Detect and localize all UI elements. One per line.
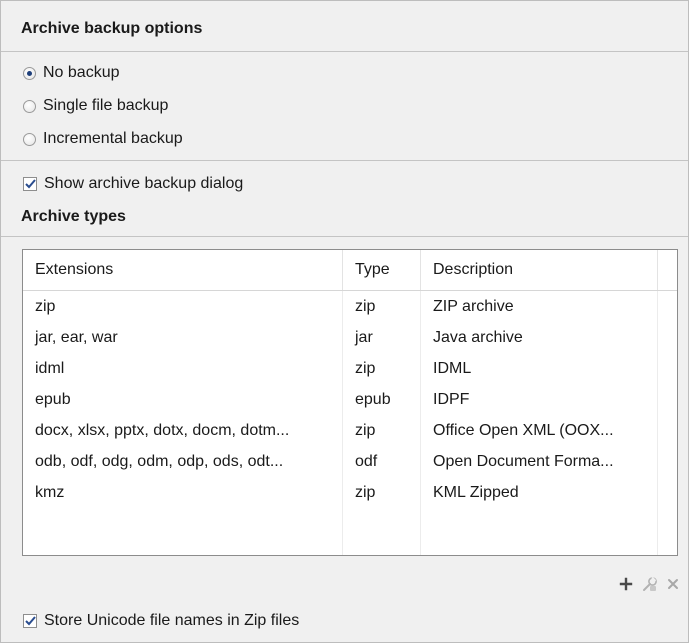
cell-description: Java archive <box>421 322 658 353</box>
section-separator <box>1 51 688 52</box>
cell-description: Office Open XML (OOX... <box>421 415 658 446</box>
cell-filler <box>658 415 677 446</box>
cell-type: zip <box>343 477 421 508</box>
table-row-empty <box>23 539 677 555</box>
radio-single-file-backup[interactable]: Single file backup <box>23 95 168 117</box>
edit-button[interactable] <box>639 573 661 595</box>
store-unicode-checkbox[interactable]: Store Unicode file names in Zip files <box>23 610 299 632</box>
column-header-extensions[interactable]: Extensions <box>23 250 343 290</box>
cell-type: odf <box>343 446 421 477</box>
radio-single-file-backup-label: Single file backup <box>43 97 169 114</box>
cell-filler <box>658 477 677 508</box>
table-row[interactable]: odb, odf, odg, odm, odp, ods, odt... odf… <box>23 446 677 477</box>
column-header-type[interactable]: Type <box>343 250 421 290</box>
radio-no-backup-label: No backup <box>43 64 120 81</box>
table-row[interactable]: idml zip IDML <box>23 353 677 384</box>
cell-extensions: idml <box>23 353 343 384</box>
cell-filler <box>658 353 677 384</box>
cell-type: jar <box>343 322 421 353</box>
table-header: Extensions Type Description <box>23 250 677 291</box>
table-row-empty <box>23 508 677 539</box>
cell-description: Open Document Forma... <box>421 446 658 477</box>
show-archive-backup-dialog-label: Show archive backup dialog <box>44 175 244 192</box>
radio-unselected-icon[interactable] <box>23 99 36 113</box>
radio-incremental-backup[interactable]: Incremental backup <box>23 128 183 150</box>
table-row[interactable]: kmz zip KML Zipped <box>23 477 677 508</box>
radio-selected-icon[interactable] <box>23 66 36 80</box>
edit-icon <box>643 576 657 591</box>
checkbox-checked-icon[interactable] <box>23 614 37 628</box>
cell-description: IDPF <box>421 384 658 415</box>
remove-icon <box>668 579 678 589</box>
add-button[interactable] <box>615 573 637 595</box>
table-row[interactable]: zip zip ZIP archive <box>23 291 677 322</box>
checkbox-checked-icon[interactable] <box>23 177 37 191</box>
radio-unselected-icon[interactable] <box>23 132 36 146</box>
table-row[interactable]: docx, xlsx, pptx, dotx, docm, dotm... zi… <box>23 415 677 446</box>
cell-filler <box>658 291 677 322</box>
cell-description: IDML <box>421 353 658 384</box>
cell-filler <box>658 446 677 477</box>
cell-type: zip <box>343 353 421 384</box>
cell-description: ZIP archive <box>421 291 658 322</box>
cell-filler <box>658 322 677 353</box>
archive-backup-title: Archive backup options <box>21 20 203 37</box>
archive-options-panel: Archive backup options No backup Single … <box>0 0 689 643</box>
column-header-description[interactable]: Description <box>421 250 658 290</box>
cell-type: zip <box>343 415 421 446</box>
table-row[interactable]: epub epub IDPF <box>23 384 677 415</box>
cell-extensions: kmz <box>23 477 343 508</box>
cell-type: epub <box>343 384 421 415</box>
archive-types-table[interactable]: Extensions Type Description zip zip ZIP … <box>22 249 678 556</box>
remove-button[interactable] <box>662 573 684 595</box>
section-separator <box>1 160 688 161</box>
cell-extensions: odb, odf, odg, odm, odp, ods, odt... <box>23 446 343 477</box>
cell-extensions: epub <box>23 384 343 415</box>
cell-filler <box>658 384 677 415</box>
cell-extensions: jar, ear, war <box>23 322 343 353</box>
cell-extensions: docx, xlsx, pptx, dotx, docm, dotm... <box>23 415 343 446</box>
table-row[interactable]: jar, ear, war jar Java archive <box>23 322 677 353</box>
section-separator <box>1 236 688 237</box>
archive-types-title: Archive types <box>21 208 126 225</box>
store-unicode-label: Store Unicode file names in Zip files <box>44 612 300 629</box>
cell-extensions: zip <box>23 291 343 322</box>
show-archive-backup-dialog-checkbox[interactable]: Show archive backup dialog <box>23 173 243 195</box>
radio-no-backup[interactable]: No backup <box>23 62 120 84</box>
radio-incremental-backup-label: Incremental backup <box>43 130 183 147</box>
cell-type: zip <box>343 291 421 322</box>
cell-description: KML Zipped <box>421 477 658 508</box>
plus-icon <box>619 577 633 591</box>
column-header-filler <box>658 250 677 290</box>
